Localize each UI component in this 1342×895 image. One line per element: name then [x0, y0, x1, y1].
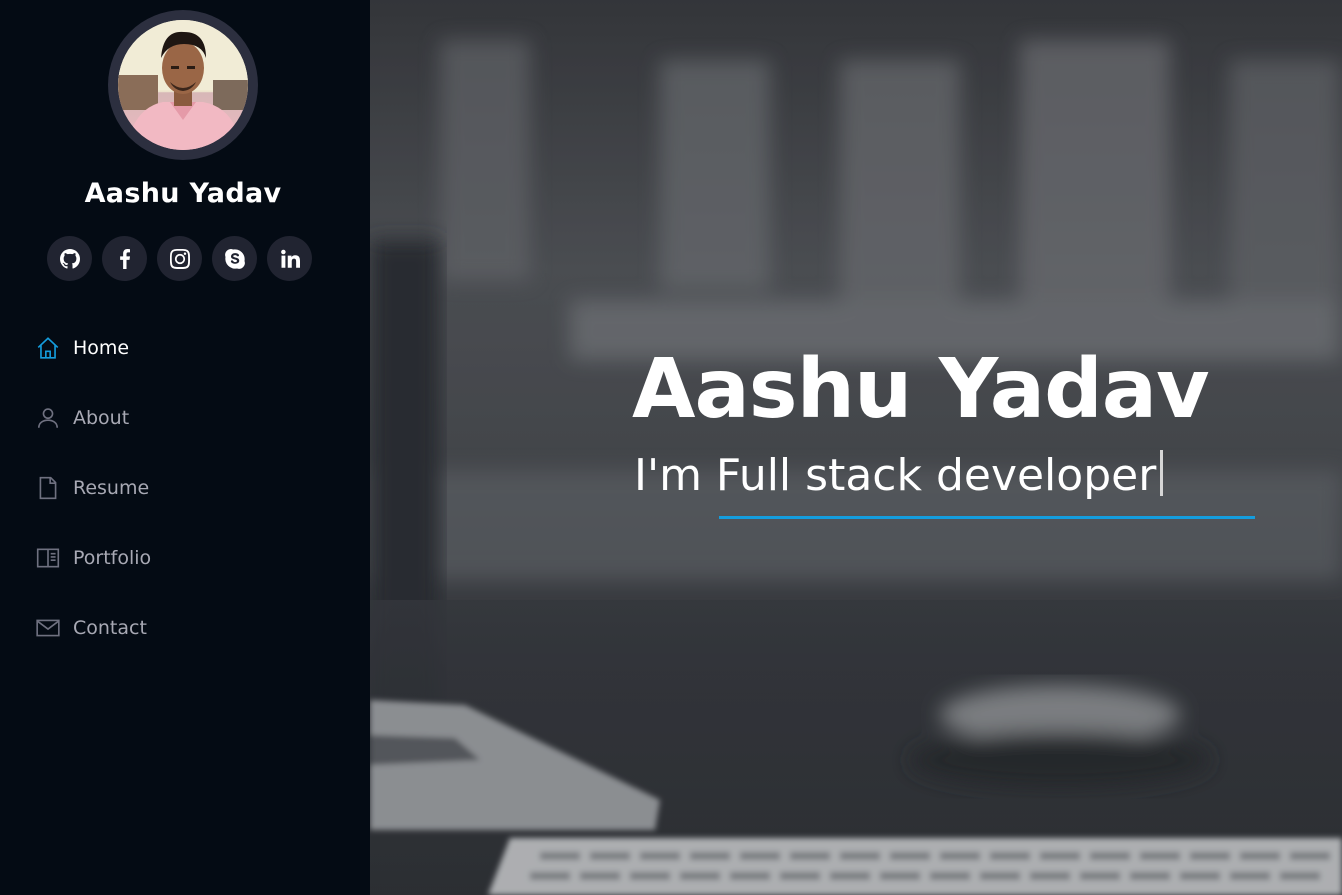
social-links — [47, 236, 312, 281]
hero-subtitle: I'm Full stack developer — [634, 450, 1164, 501]
nav-label-about: About — [73, 407, 130, 429]
nav-item-portfolio[interactable]: Portfolio — [34, 540, 151, 576]
typing-cursor — [1160, 450, 1164, 496]
sidebar: Aashu Yadav Home About Resume Portfolio … — [0, 0, 370, 895]
skype-icon — [224, 248, 245, 269]
nav-item-resume[interactable]: Resume — [34, 470, 151, 506]
instagram-link[interactable] — [157, 236, 202, 281]
facebook-link[interactable] — [102, 236, 147, 281]
person-icon — [34, 404, 62, 432]
github-icon — [59, 248, 80, 269]
home-icon — [34, 334, 62, 362]
hero-title: Aashu Yadav — [632, 342, 1210, 437]
nav-label-home: Home — [73, 337, 130, 359]
nav-item-about[interactable]: About — [34, 400, 151, 436]
book-half-icon — [34, 544, 62, 572]
instagram-icon — [169, 248, 190, 269]
profile-name: Aashu Yadav — [84, 178, 282, 209]
nav-label-contact: Contact — [73, 617, 147, 639]
github-link[interactable] — [47, 236, 92, 281]
nav-label-resume: Resume — [73, 477, 150, 499]
skype-link[interactable] — [212, 236, 257, 281]
envelope-icon — [34, 614, 62, 642]
file-icon — [34, 474, 62, 502]
nav-item-home[interactable]: Home — [34, 330, 151, 366]
hero-section: Aashu Yadav I'm Full stack developer — [370, 0, 1342, 895]
nav-label-portfolio: Portfolio — [73, 547, 152, 569]
nav-item-contact[interactable]: Contact — [34, 610, 151, 646]
profile-photo — [118, 20, 248, 150]
nav-menu: Home About Resume Portfolio Contact — [34, 330, 151, 680]
hero-underline — [719, 516, 1255, 519]
avatar — [108, 10, 258, 160]
typed-text: I'm Full stack developer — [634, 450, 1157, 501]
facebook-icon — [119, 248, 130, 269]
linkedin-link[interactable] — [267, 236, 312, 281]
hero-background-image — [370, 0, 1342, 895]
linkedin-icon — [280, 249, 300, 268]
